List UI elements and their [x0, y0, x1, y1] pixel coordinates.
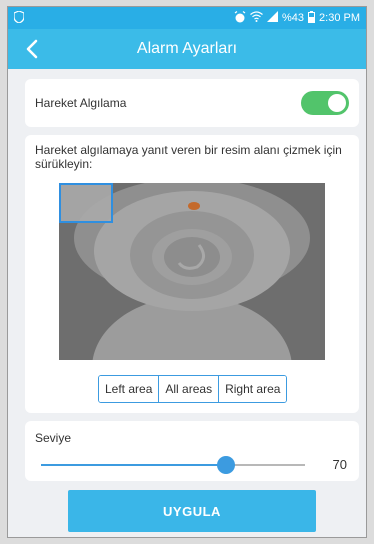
chevron-left-icon	[26, 39, 38, 59]
status-bar: %43 2:30 PM	[8, 7, 366, 29]
selection-rectangle[interactable]	[59, 183, 113, 223]
detection-area-card: Hareket algılamaya yanıt veren bir resim…	[25, 135, 359, 413]
left-area-button[interactable]: Left area	[99, 376, 159, 402]
all-areas-button[interactable]: All areas	[158, 376, 219, 402]
right-area-button[interactable]: Right area	[218, 376, 287, 402]
shield-icon	[13, 9, 25, 26]
camera-preview[interactable]	[59, 183, 325, 360]
signal-icon	[267, 11, 278, 25]
status-right: %43 2:30 PM	[234, 10, 360, 26]
motion-detection-card: Hareket Algılama	[25, 79, 359, 127]
back-button[interactable]	[22, 37, 44, 61]
motion-detection-toggle[interactable]	[301, 91, 349, 115]
level-card: Seviye 70	[25, 421, 359, 481]
slider-track-filled	[41, 464, 226, 466]
alarm-icon	[234, 10, 246, 26]
slider-thumb[interactable]	[217, 456, 235, 474]
wifi-icon	[250, 11, 263, 25]
status-time: 2:30 PM	[319, 12, 360, 24]
apply-button[interactable]: UYGULA	[68, 490, 316, 532]
toggle-knob	[328, 94, 346, 112]
area-selector: Left area All areas Right area	[98, 375, 288, 403]
phone-screen: %43 2:30 PM Alarm Ayarları Hareket Algıl…	[7, 6, 367, 538]
app-bar: Alarm Ayarları	[8, 29, 366, 69]
battery-percent: %43	[282, 12, 305, 24]
area-instructions: Hareket algılamaya yanıt veren bir resim…	[35, 143, 342, 171]
page-title: Alarm Ayarları	[136, 40, 238, 57]
battery-icon	[308, 10, 316, 26]
slider-track-empty	[226, 464, 305, 466]
level-value: 70	[332, 457, 347, 472]
motion-detection-label: Hareket Algılama	[35, 96, 127, 110]
level-slider[interactable]	[41, 455, 305, 475]
level-label: Seviye	[35, 431, 72, 445]
